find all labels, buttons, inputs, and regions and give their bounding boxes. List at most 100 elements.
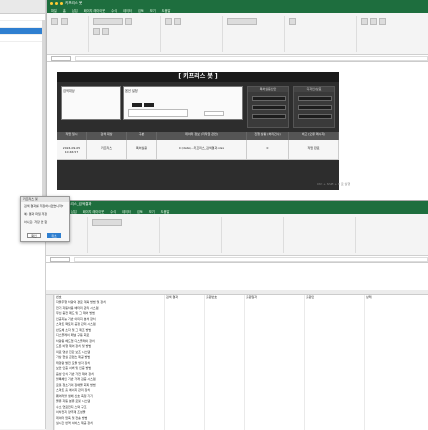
ribbon-tab[interactable]: 보기 — [150, 8, 156, 13]
align-center-icon[interactable] — [174, 18, 181, 25]
explorer-row[interactable] — [0, 35, 45, 42]
count-input[interactable] — [204, 111, 224, 116]
ribbon — [47, 13, 428, 55]
window-title: 키프리스 봇 — [65, 1, 83, 5]
font-select[interactable] — [92, 219, 122, 226]
name-box[interactable] — [51, 55, 71, 61]
ribbon-tab[interactable]: 홈 — [63, 8, 66, 13]
font-size-select[interactable] — [125, 18, 132, 25]
results-row: 무선 충전 패드 및 그 제어 방법 — [56, 311, 95, 315]
design-field[interactable] — [298, 96, 332, 101]
option-toggle[interactable] — [144, 103, 154, 107]
explorer-row-selected[interactable] — [0, 28, 45, 35]
results-header: 출원인 — [306, 295, 315, 299]
spreadsheet-grid[interactable]: [ 키프리스 봇 ] 검색대상 옵션 설정 특허실용신안 디자인/상표 작업 일… — [47, 62, 428, 200]
styles-group — [286, 217, 356, 253]
table-cell: 키프리스 — [87, 140, 127, 160]
window-controls[interactable] — [50, 2, 63, 5]
patent-field[interactable] — [252, 114, 286, 119]
dialog-ok-button[interactable]: 확인 — [27, 233, 41, 238]
excel-window-results: 키프리스_검색결과 파일홈삽입페이지 레이아웃수식데이터검토보기도움말 번호검색… — [46, 200, 428, 430]
excel-window-form: 키프리스 봇 파일 홈 삽입 페이지 레이아웃 수식 데이터 검토 보기 도움말 — [46, 0, 428, 200]
design-box: 디자인/상표 — [293, 86, 335, 128]
table-cell: 2024-09-05 10:46:57 — [57, 140, 87, 160]
ribbon-tab[interactable]: 파일 — [51, 8, 57, 13]
options-label: 옵션 설정 — [125, 89, 138, 93]
ribbon-tab[interactable]: 데이터 — [123, 8, 132, 13]
grid-line — [244, 295, 245, 430]
conditional-format-icon[interactable] — [289, 18, 296, 25]
sum-icon[interactable] — [361, 18, 368, 25]
ribbon-tab[interactable]: 수식 — [110, 209, 116, 214]
window-titlebar: 키프리스_검색결과 — [46, 201, 428, 208]
dialog-cancel-button[interactable]: 취소 — [47, 233, 61, 238]
patent-box-caption: 특허실용신안 — [248, 87, 288, 92]
ribbon-tab[interactable]: 도움말 — [161, 209, 170, 214]
patent-field[interactable] — [252, 105, 286, 110]
ribbon-tab[interactable]: 검토 — [137, 209, 143, 214]
table-cell: 0 — [247, 140, 289, 160]
grid-line — [204, 295, 205, 430]
results-row: 의료 영상 진단 보조 시스템 — [56, 349, 91, 354]
find-icon[interactable] — [379, 18, 386, 25]
ribbon-tab[interactable]: 삽입 — [72, 8, 78, 13]
sort-icon[interactable] — [370, 18, 377, 25]
grid-line — [164, 295, 165, 430]
patent-field[interactable] — [252, 96, 286, 101]
bold-icon[interactable] — [93, 28, 100, 35]
formula-bar — [46, 256, 428, 263]
results-row: 데이터 압축 및 전송 방법 — [56, 415, 88, 420]
ribbon-tab[interactable]: 도움말 — [162, 8, 171, 13]
name-box[interactable] — [50, 256, 70, 262]
results-row: 태양광 발전 모듈 냉각 장치 — [56, 360, 91, 365]
formula-input[interactable] — [74, 256, 428, 262]
grid-line — [364, 295, 365, 430]
design-field[interactable] — [298, 105, 332, 110]
results-row: 실시간 번역 서비스 제공 장치 — [56, 421, 93, 425]
grid-line — [304, 295, 305, 430]
form-title: [ 키프리스 봇 ] — [57, 72, 339, 82]
explorer-scrollbar[interactable] — [42, 20, 45, 220]
ribbon-tab[interactable]: 삽입 — [71, 209, 77, 214]
results-row: 디스플레이 패널 구동 회로 — [56, 333, 90, 337]
number-format-select[interactable] — [227, 18, 257, 25]
results-row: 이차전지 양극재 조성물 — [56, 410, 86, 414]
table-header: 진행 상황 (처리건수) — [247, 132, 289, 140]
results-header: 검색 결과 — [166, 295, 178, 299]
align-left-icon[interactable] — [165, 18, 172, 25]
table-header: 데이터 정보 (저작권 관련) — [157, 132, 247, 140]
ribbon-tab[interactable]: 보기 — [149, 209, 155, 214]
cut-icon[interactable] — [61, 18, 68, 25]
editing-group — [358, 217, 426, 253]
results-row: 인공지능 기반 이미지 분석 장치 — [56, 316, 96, 321]
alignment-group — [163, 16, 223, 52]
italic-icon[interactable] — [102, 28, 109, 35]
ribbon-tab[interactable]: 검토 — [138, 8, 144, 13]
table-cell: C:\data\...키프리스_검색결과.xlsx — [157, 140, 247, 160]
options-box: 옵션 설정 — [123, 86, 243, 120]
table-cell: 특허실용 — [127, 140, 157, 160]
alignment-group — [162, 217, 222, 253]
results-row: 가상 현실 콘텐츠 제공 방법 — [56, 355, 91, 359]
font-select[interactable] — [93, 18, 123, 25]
ribbon-tab[interactable]: 수식 — [111, 8, 117, 13]
results-row: 자율주행 차량의 경로 계획 방법 및 장치 — [56, 300, 106, 304]
design-field[interactable] — [298, 114, 332, 119]
option-toggle[interactable] — [132, 103, 142, 107]
ribbon — [46, 214, 428, 256]
ribbon-tab[interactable]: 데이터 — [122, 209, 131, 214]
table-header: 구분 — [127, 132, 157, 140]
results-grid[interactable]: 번호 검색 결과 출원번호 출원일자 출원인 상태 자율주행 차량의 경로 계획 방법 및 … — [46, 290, 428, 430]
results-row: 보안 인증 서버 및 인증 방법 — [56, 366, 92, 370]
ribbon-tab[interactable]: 페이지 레이아웃 — [83, 209, 105, 214]
font-group — [91, 16, 161, 52]
search-target-box: 검색대상 — [61, 86, 121, 120]
results-row: 수소 연료전지 스택 구조 — [56, 404, 87, 409]
save-path-input[interactable] — [128, 109, 188, 117]
ribbon-tab[interactable]: 페이지 레이아웃 — [84, 8, 106, 13]
explorer-row[interactable] — [0, 14, 45, 21]
formula-input[interactable] — [75, 55, 428, 61]
number-group — [224, 217, 284, 253]
explorer-row[interactable] — [0, 21, 45, 28]
paste-icon[interactable] — [51, 18, 58, 25]
